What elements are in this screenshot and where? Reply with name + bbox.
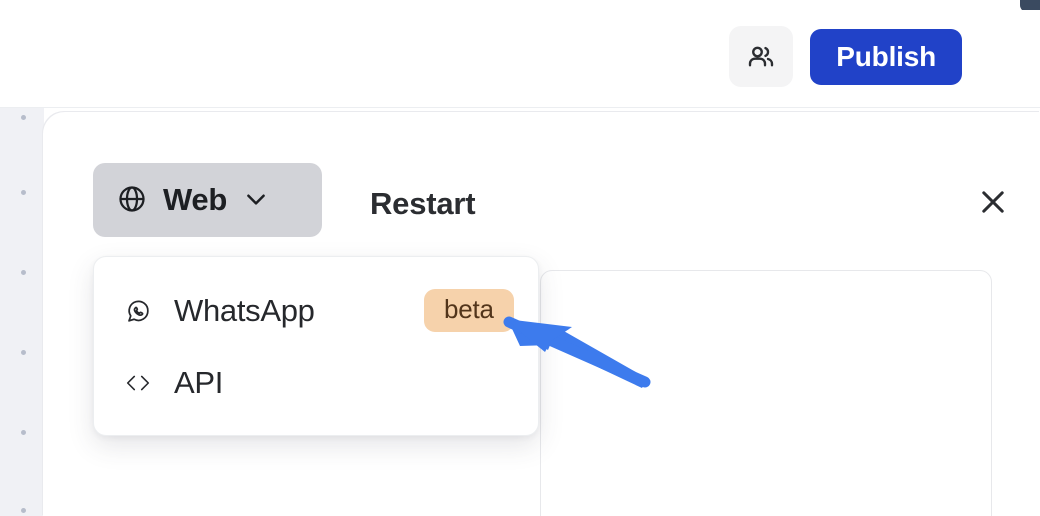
left-rail — [0, 108, 44, 516]
collaborators-button[interactable] — [729, 26, 794, 87]
users-icon — [746, 42, 776, 72]
app-screen: Publish Web Restart WhatsApp beta API — [0, 0, 1040, 516]
rail-dot[interactable] — [21, 508, 26, 513]
close-button[interactable] — [968, 178, 1018, 228]
main-panel: Web Restart WhatsApp beta API — [43, 112, 1040, 516]
rail-dot[interactable] — [21, 350, 26, 355]
rail-dot[interactable] — [21, 190, 26, 195]
dropdown-item-whatsapp[interactable]: WhatsApp beta — [94, 275, 538, 347]
whatsapp-icon — [124, 298, 152, 325]
rail-dot[interactable] — [21, 430, 26, 435]
channel-selector-label: Web — [163, 182, 227, 217]
publish-button[interactable]: Publish — [810, 28, 962, 85]
close-icon — [976, 185, 1010, 222]
dropdown-item-label: API — [174, 365, 224, 400]
channel-dropdown-menu: WhatsApp beta API — [93, 256, 539, 436]
beta-badge: beta — [424, 289, 514, 332]
dropdown-item-label: WhatsApp — [174, 293, 315, 328]
dropdown-item-api[interactable]: API — [94, 347, 538, 419]
code-brackets-icon — [124, 372, 152, 394]
channel-selector-button[interactable]: Web — [93, 163, 322, 237]
rail-dot[interactable] — [21, 115, 26, 120]
header-actions: Publish — [729, 26, 962, 87]
restart-label[interactable]: Restart — [370, 186, 476, 222]
preview-content-card — [540, 270, 992, 516]
top-header-bar: Publish — [0, 0, 1040, 108]
chevron-down-icon — [243, 186, 269, 215]
globe-icon — [117, 184, 147, 217]
rail-dot[interactable] — [21, 270, 26, 275]
